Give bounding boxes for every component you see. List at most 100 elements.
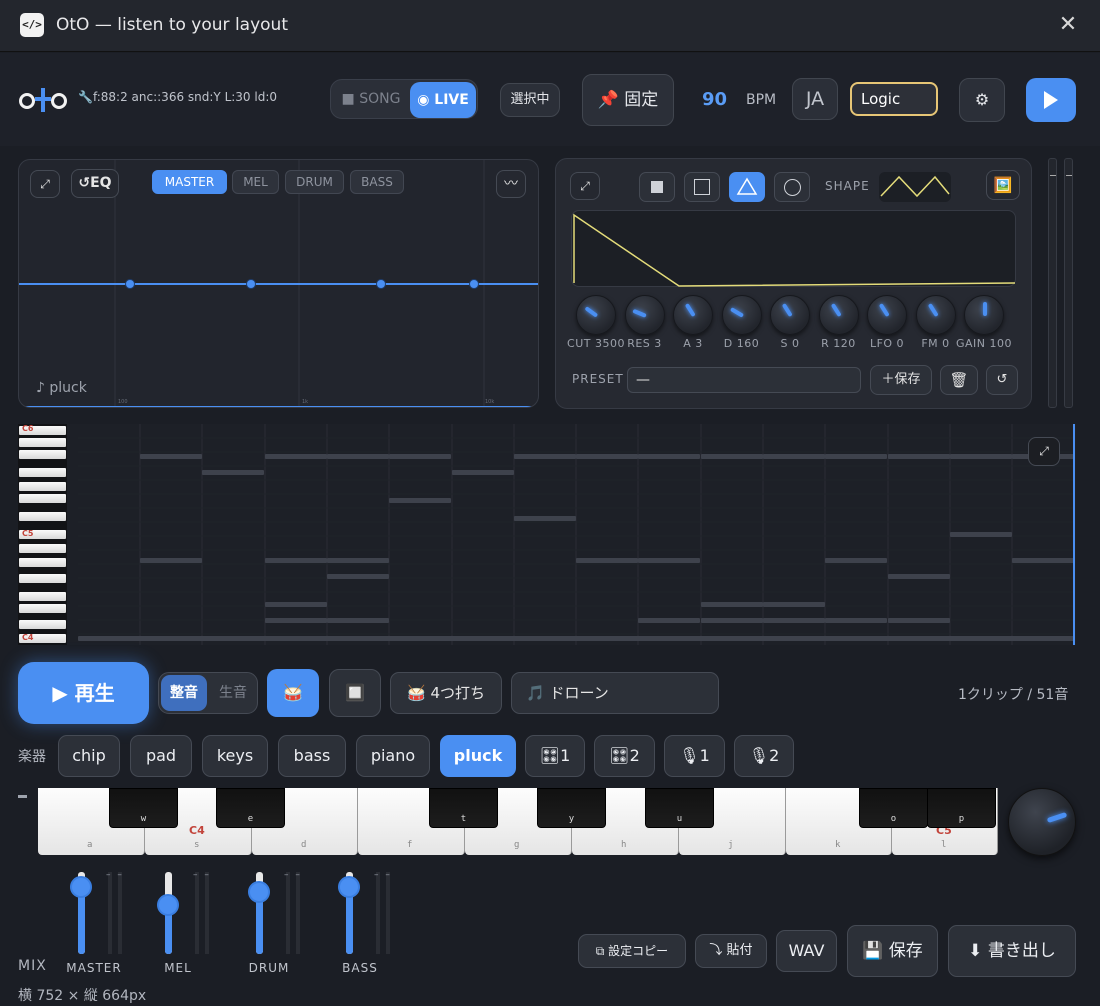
eq-band-handle[interactable] — [469, 279, 479, 289]
pattern-icon[interactable]: 🔲 — [329, 669, 381, 717]
synth-expand-button[interactable]: ⤢ — [570, 172, 600, 200]
synth-knob[interactable] — [915, 295, 956, 335]
play-top-button[interactable] — [1026, 78, 1076, 122]
instrument-piano[interactable]: piano — [356, 735, 430, 777]
envelope-display[interactable] — [571, 210, 1016, 287]
shape-circle-button[interactable] — [774, 172, 810, 202]
black-key[interactable]: u — [645, 788, 714, 828]
key-hint: t — [460, 814, 467, 824]
instrument-mic-2[interactable]: 🎙2 — [734, 735, 794, 777]
trash-icon[interactable]: 🗑 — [940, 365, 978, 395]
key-hint: a — [87, 840, 93, 850]
fader-handle[interactable] — [338, 876, 360, 898]
wave-icon[interactable]: 〰 — [496, 170, 526, 198]
instrument-sampler-1[interactable]: 🎛1 — [525, 735, 585, 777]
pin-button[interactable]: 📌 固定 — [582, 74, 674, 126]
synth-knob[interactable] — [624, 295, 665, 335]
synth-knob[interactable] — [576, 295, 616, 335]
instrument-chip[interactable]: chip — [58, 735, 120, 777]
black-key[interactable]: o — [859, 788, 928, 828]
knob-indicator — [830, 303, 842, 318]
eq-expand-button[interactable]: ⤢ — [30, 170, 60, 198]
preset-reset-button[interactable]: ↺ — [986, 365, 1018, 395]
gear-icon[interactable]: ⚙ — [959, 78, 1005, 122]
channel-meter — [286, 872, 290, 954]
synth-knob[interactable] — [721, 295, 762, 335]
synth-knob[interactable] — [867, 295, 907, 335]
black-key[interactable]: p — [927, 788, 996, 828]
eq-band-handle[interactable] — [246, 279, 256, 289]
octave-down-icon[interactable] — [18, 795, 27, 798]
meter-peak-dash: – – — [106, 870, 124, 880]
shape-label: SHAPE — [825, 179, 870, 193]
selecting-button[interactable]: 選択中 — [500, 83, 560, 117]
paste-button[interactable]: ⤵ 貼付 — [695, 934, 767, 968]
instrument-bass[interactable]: bass — [278, 735, 346, 777]
black-key[interactable]: y — [537, 788, 606, 828]
black-key[interactable]: w — [109, 788, 178, 828]
tone-raw-button[interactable]: 生音 — [210, 675, 256, 711]
key-hint: w — [140, 814, 147, 824]
channel-meter — [376, 872, 380, 954]
piano-roll-grid[interactable] — [78, 424, 1075, 645]
piano-keyboard[interactable]: a C4 s d f g h j k C5 l w e t y u o p — [38, 788, 998, 855]
black-key[interactable]: t — [429, 788, 498, 828]
meter-peak-dash: – – — [193, 870, 211, 880]
black-key[interactable]: e — [216, 788, 285, 828]
circle-icon — [784, 179, 801, 196]
eq-band-handle[interactable] — [125, 279, 135, 289]
clip-count: 1クリップ / 51音 — [958, 687, 1069, 703]
volume-knob-indicator — [1046, 812, 1068, 823]
instrument-pad[interactable]: pad — [130, 735, 192, 777]
eq-tick-label: 100 — [118, 399, 128, 405]
eq-band-handle[interactable] — [376, 279, 386, 289]
preset-select[interactable]: — — [627, 367, 861, 393]
synth-knob[interactable] — [770, 295, 810, 335]
wav-button[interactable]: WAV — [776, 930, 837, 972]
image-icon[interactable]: 🖼️ — [986, 170, 1020, 200]
shape-square-button[interactable] — [684, 172, 720, 202]
eq-reset-button[interactable]: ↺EQ — [71, 169, 119, 198]
synth-knob[interactable] — [673, 295, 713, 335]
language-button[interactable]: JA — [792, 78, 838, 120]
fader-handle[interactable] — [157, 894, 179, 916]
shape-square-filled-button[interactable] — [639, 172, 675, 202]
preset-save-button[interactable]: ＋保存 — [870, 365, 932, 395]
mode-live-button[interactable]: ◉ LIVE — [410, 82, 476, 118]
synth-knob[interactable] — [818, 295, 859, 335]
instrument-mic-1[interactable]: 🎙1 — [664, 735, 725, 777]
drone-select[interactable]: 🎵 ドローン — [511, 672, 719, 714]
key-hint: s — [194, 840, 200, 850]
instrument-keys[interactable]: keys — [202, 735, 268, 777]
fader-handle[interactable] — [70, 876, 92, 898]
square-icon — [694, 179, 710, 195]
mode-live-label: LIVE — [434, 92, 469, 108]
play-icon — [1044, 91, 1058, 109]
shape-triangle-button[interactable] — [729, 172, 765, 202]
fader-handle[interactable] — [248, 881, 270, 903]
instrument-pluck[interactable]: pluck — [440, 735, 516, 777]
export-button[interactable]: ⬇ 書き出し — [948, 925, 1076, 977]
roll-expand-button[interactable]: ⤢ — [1028, 437, 1060, 466]
knob-indicator — [631, 308, 647, 318]
eq-tab-master[interactable]: MASTER — [152, 170, 227, 194]
close-icon[interactable]: ✕ — [1056, 11, 1080, 39]
four-on-floor-button[interactable]: 🥁 4つ打ち — [390, 672, 502, 714]
eq-tick-label: 10k — [485, 399, 495, 405]
piano-roll-keys[interactable]: C6 C5 C4 — [18, 424, 67, 645]
copy-settings-button[interactable]: ⧉ 設定コピー — [578, 934, 686, 968]
eq-tab-bass[interactable]: BASS — [350, 170, 404, 194]
save-button[interactable]: 💾 保存 — [847, 925, 938, 977]
eq-tab-drum[interactable]: DRUM — [285, 170, 344, 194]
play-button[interactable]: ▶ 再生 — [18, 662, 149, 724]
synth-knob[interactable] — [964, 295, 1004, 335]
volume-knob[interactable] — [1008, 788, 1076, 856]
daw-select[interactable]: Logic — [850, 82, 938, 116]
knob-indicator — [781, 303, 793, 318]
mode-song-button[interactable]: ■ SONG — [334, 83, 408, 115]
eq-tab-mel[interactable]: MEL — [232, 170, 279, 194]
drum-icon[interactable]: 🥁 — [267, 669, 319, 717]
tone-processed-button[interactable]: 整音 — [161, 675, 207, 711]
instrument-sampler-2[interactable]: 🎛2 — [594, 735, 655, 777]
bpm-value[interactable]: 90 — [702, 89, 727, 110]
